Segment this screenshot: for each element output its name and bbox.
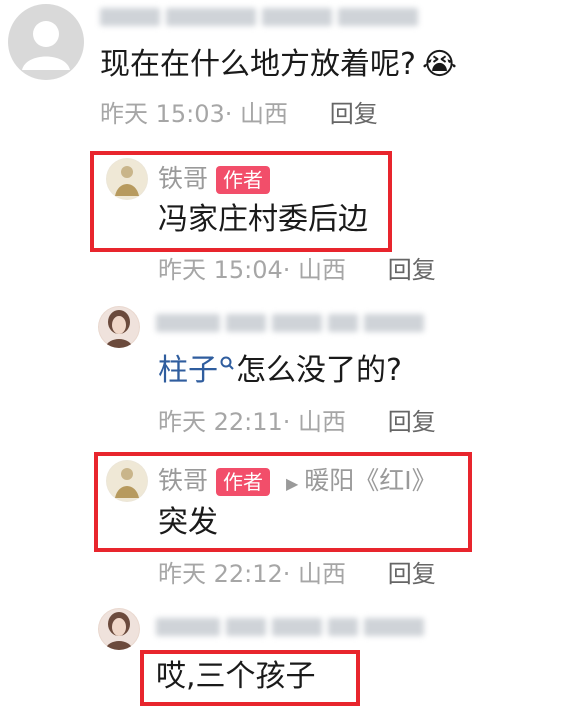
- reply-button[interactable]: 回复: [388, 408, 436, 436]
- comment-meta: 昨天 15:03· 山西 回复: [100, 100, 378, 128]
- reply-text: 柱子 怎么没了的?: [158, 353, 402, 388]
- author-name: 铁哥: [158, 466, 209, 495]
- avatar-default[interactable]: [8, 4, 84, 80]
- crying-face-emoji: 😭: [421, 47, 457, 82]
- avatar-user[interactable]: [98, 608, 140, 650]
- username-blurred: [156, 618, 424, 636]
- username-blurred: [156, 314, 424, 332]
- buddha-avatar-icon: [107, 159, 147, 199]
- reply-button[interactable]: 回复: [330, 100, 378, 128]
- reply-button[interactable]: 回复: [388, 560, 436, 588]
- comment-text: 现在在什么地方放着呢? 😭: [100, 47, 457, 82]
- author-badge: 作者: [216, 468, 271, 496]
- search-icon: [220, 356, 234, 370]
- reply-meta: 昨天 15:04· 山西 回复: [158, 256, 436, 284]
- avatar-author[interactable]: [106, 460, 148, 502]
- buddha-avatar-icon: [107, 461, 147, 501]
- reply-button[interactable]: 回复: [388, 256, 436, 284]
- username-blurred: [100, 8, 418, 26]
- author-name-row: 铁哥 作者 ▶ 暖阳《红I》: [158, 468, 437, 496]
- author-name-row: 铁哥 作者: [158, 164, 271, 194]
- author-badge: 作者: [216, 166, 271, 194]
- avatar-user[interactable]: [98, 306, 140, 348]
- author-name: 铁哥: [158, 164, 209, 193]
- user-icon: [22, 21, 70, 70]
- reply-meta: 昨天 22:11· 山西 回复: [158, 408, 436, 436]
- reply-text: 冯家庄村委后边: [158, 202, 368, 237]
- reply-text: 哎,三个孩子: [156, 659, 316, 694]
- reply-arrow-icon: ▶: [285, 474, 299, 493]
- user-photo-icon: [99, 609, 139, 650]
- mention-link[interactable]: 柱子: [158, 353, 218, 388]
- reply-to-name: 暖阳《红I》: [304, 466, 437, 495]
- avatar-author[interactable]: [106, 158, 148, 200]
- reply-text: 突发: [158, 505, 218, 540]
- reply-meta: 昨天 22:12· 山西 回复: [158, 560, 436, 588]
- user-photo-icon: [99, 307, 139, 348]
